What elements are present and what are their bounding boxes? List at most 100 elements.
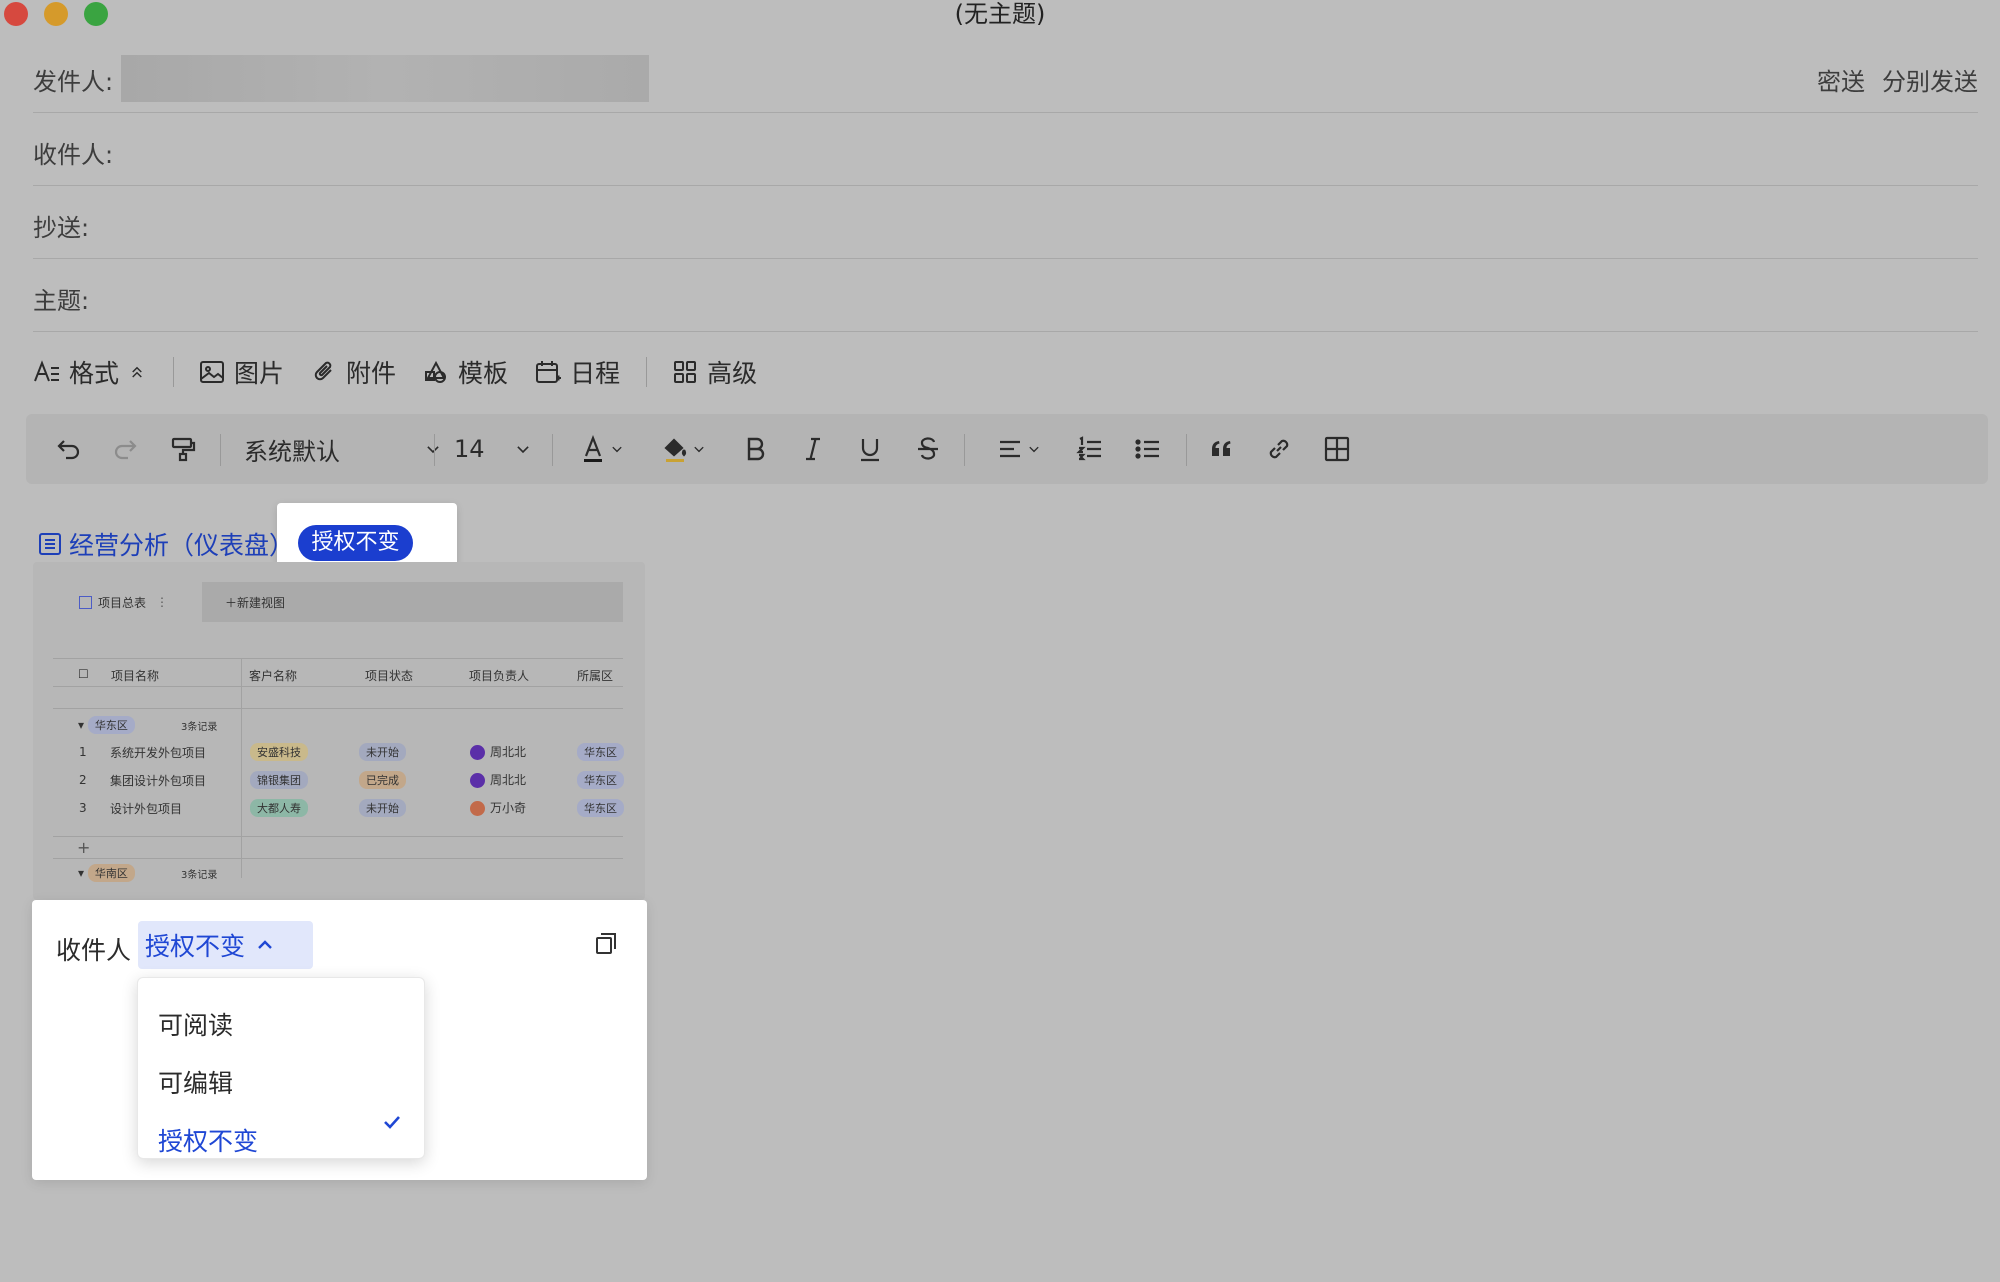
status-tag: 已完成 <box>359 771 406 789</box>
owner-name: 周北北 <box>490 773 527 787</box>
template-button[interactable]: 模板 <box>422 354 508 390</box>
bullet-list-button[interactable] <box>1127 414 1169 484</box>
template-icon <box>425 360 447 383</box>
toolbar-divider <box>1186 434 1187 466</box>
row-owner: 周北北 <box>470 743 526 760</box>
row-name: 设计外包项目 <box>110 802 183 816</box>
quote-button[interactable] <box>1201 414 1243 484</box>
link-button[interactable] <box>1258 414 1300 484</box>
font-color-button[interactable] <box>574 414 630 484</box>
option-keep-permission[interactable]: 授权不变 <box>158 1122 258 1158</box>
paperclip-icon <box>314 361 332 381</box>
italic-button[interactable] <box>792 414 834 484</box>
chevron-down-icon <box>517 446 529 454</box>
font-size-select[interactable]: 14 <box>454 414 534 484</box>
avatar <box>470 801 485 816</box>
row-region: 华东区 <box>577 799 624 817</box>
align-button[interactable] <box>986 414 1052 484</box>
sender-field[interactable] <box>121 55 649 102</box>
subject-row[interactable]: 主题: <box>33 259 1978 332</box>
row-status: 未开始 <box>359 799 406 817</box>
toolbar-divider <box>173 357 175 387</box>
doc-link[interactable]: 经营分析（仪表盘） <box>37 526 294 562</box>
format-painter-button[interactable] <box>162 414 204 484</box>
ordered-list-button[interactable] <box>1069 414 1111 484</box>
cc-row[interactable]: 抄送: <box>33 186 1978 259</box>
attachment-button[interactable]: 附件 <box>310 354 396 390</box>
schedule-button[interactable]: 日程 <box>534 354 620 390</box>
checkbox-icon: ☐ <box>78 667 89 681</box>
paint-bucket-icon <box>664 438 687 462</box>
preview-tab: 项目总表 ⋮ <box>67 582 202 622</box>
group-name: 华南区 <box>87 864 135 882</box>
chevron-down-icon <box>612 446 622 453</box>
row-client: 大都人寿 <box>250 799 308 817</box>
ordered-list-icon <box>1076 436 1101 461</box>
avatar <box>470 745 485 760</box>
compose-toolbar: 格式 图片 附件 模板 日程 高级 <box>33 350 783 394</box>
underline-button[interactable] <box>849 414 891 484</box>
image-icon <box>200 361 225 383</box>
image-button[interactable]: 图片 <box>198 354 284 390</box>
to-row[interactable]: 收件人: <box>33 113 1978 186</box>
row-status: 未开始 <box>359 743 406 761</box>
strikethrough-icon <box>918 437 938 460</box>
format-painter-icon <box>171 437 196 462</box>
font-family-select[interactable]: 系统默认 <box>244 414 444 484</box>
status-tag: 未开始 <box>359 743 406 761</box>
advanced-label: 高级 <box>707 359 758 388</box>
bullet-list-icon <box>1135 439 1159 459</box>
chevron-down-icon <box>694 446 704 453</box>
bcc-button[interactable]: 密送 <box>1817 62 1865 97</box>
link-icon <box>1269 439 1289 459</box>
window-title: (无主题) <box>954 0 1046 28</box>
group-header: ▾ 华东区 <box>78 716 135 734</box>
from-row: 发件人: 密送 分别发送 <box>33 40 1978 113</box>
table-line <box>53 708 623 709</box>
row-owner: 周北北 <box>470 771 526 788</box>
redo-button[interactable] <box>104 414 146 484</box>
align-left-icon <box>1000 440 1020 458</box>
text-format-icon <box>34 360 59 382</box>
toolbar-divider <box>552 434 553 466</box>
table-button[interactable] <box>1316 414 1358 484</box>
to-label: 收件人: <box>33 141 114 169</box>
region-tag: 华东区 <box>577 799 624 817</box>
italic-icon <box>806 437 820 461</box>
calendar-icon <box>536 361 562 383</box>
preview-new-view: ＋新建视图 <box>225 594 285 611</box>
font-family-value: 系统默认 <box>244 437 340 466</box>
format-toolbar: 系统默认 14 <box>26 414 1988 484</box>
copy-icon[interactable] <box>593 930 619 956</box>
bold-button[interactable] <box>734 414 776 484</box>
undo-icon <box>57 440 80 460</box>
permission-badge[interactable]: 授权不变 <box>298 525 413 561</box>
undo-button[interactable] <box>48 414 90 484</box>
underline-icon <box>861 439 879 462</box>
add-row-icon: + <box>77 838 91 857</box>
advanced-button[interactable]: 高级 <box>671 354 757 390</box>
format-button[interactable]: 格式 <box>33 354 147 390</box>
schedule-label: 日程 <box>570 359 621 388</box>
toolbar-divider <box>646 357 648 387</box>
preview-tab-bar: 项目总表 ⋮ ＋新建视图 <box>67 582 623 622</box>
permission-select[interactable]: 授权不变 <box>138 921 313 969</box>
separate-send-button[interactable]: 分别发送 <box>1882 62 1978 97</box>
row-no: 3 <box>79 801 87 815</box>
table-line <box>53 686 623 687</box>
grid-apps-icon <box>674 361 697 383</box>
doc-preview-card[interactable]: 项目总表 ⋮ ＋新建视图 ☐ 项目名称 客户名称 项目状态 项目负责人 所属区 … <box>33 562 645 900</box>
strikethrough-button[interactable] <box>907 414 949 484</box>
col-header: 所属区 <box>577 669 614 683</box>
region-tag: 华东区 <box>577 743 624 761</box>
option-read[interactable]: 可阅读 <box>158 1006 233 1042</box>
highlight-color-button[interactable] <box>656 414 712 484</box>
table-icon <box>1324 436 1350 462</box>
chevron-down-icon <box>1029 446 1039 453</box>
toolbar-divider <box>434 434 435 466</box>
group-count: 3条记录 <box>181 722 218 733</box>
table-line <box>241 658 242 878</box>
doc-link-title: 经营分析（仪表盘） <box>69 531 295 560</box>
table-grid-icon <box>79 595 92 609</box>
option-edit[interactable]: 可编辑 <box>158 1064 233 1100</box>
